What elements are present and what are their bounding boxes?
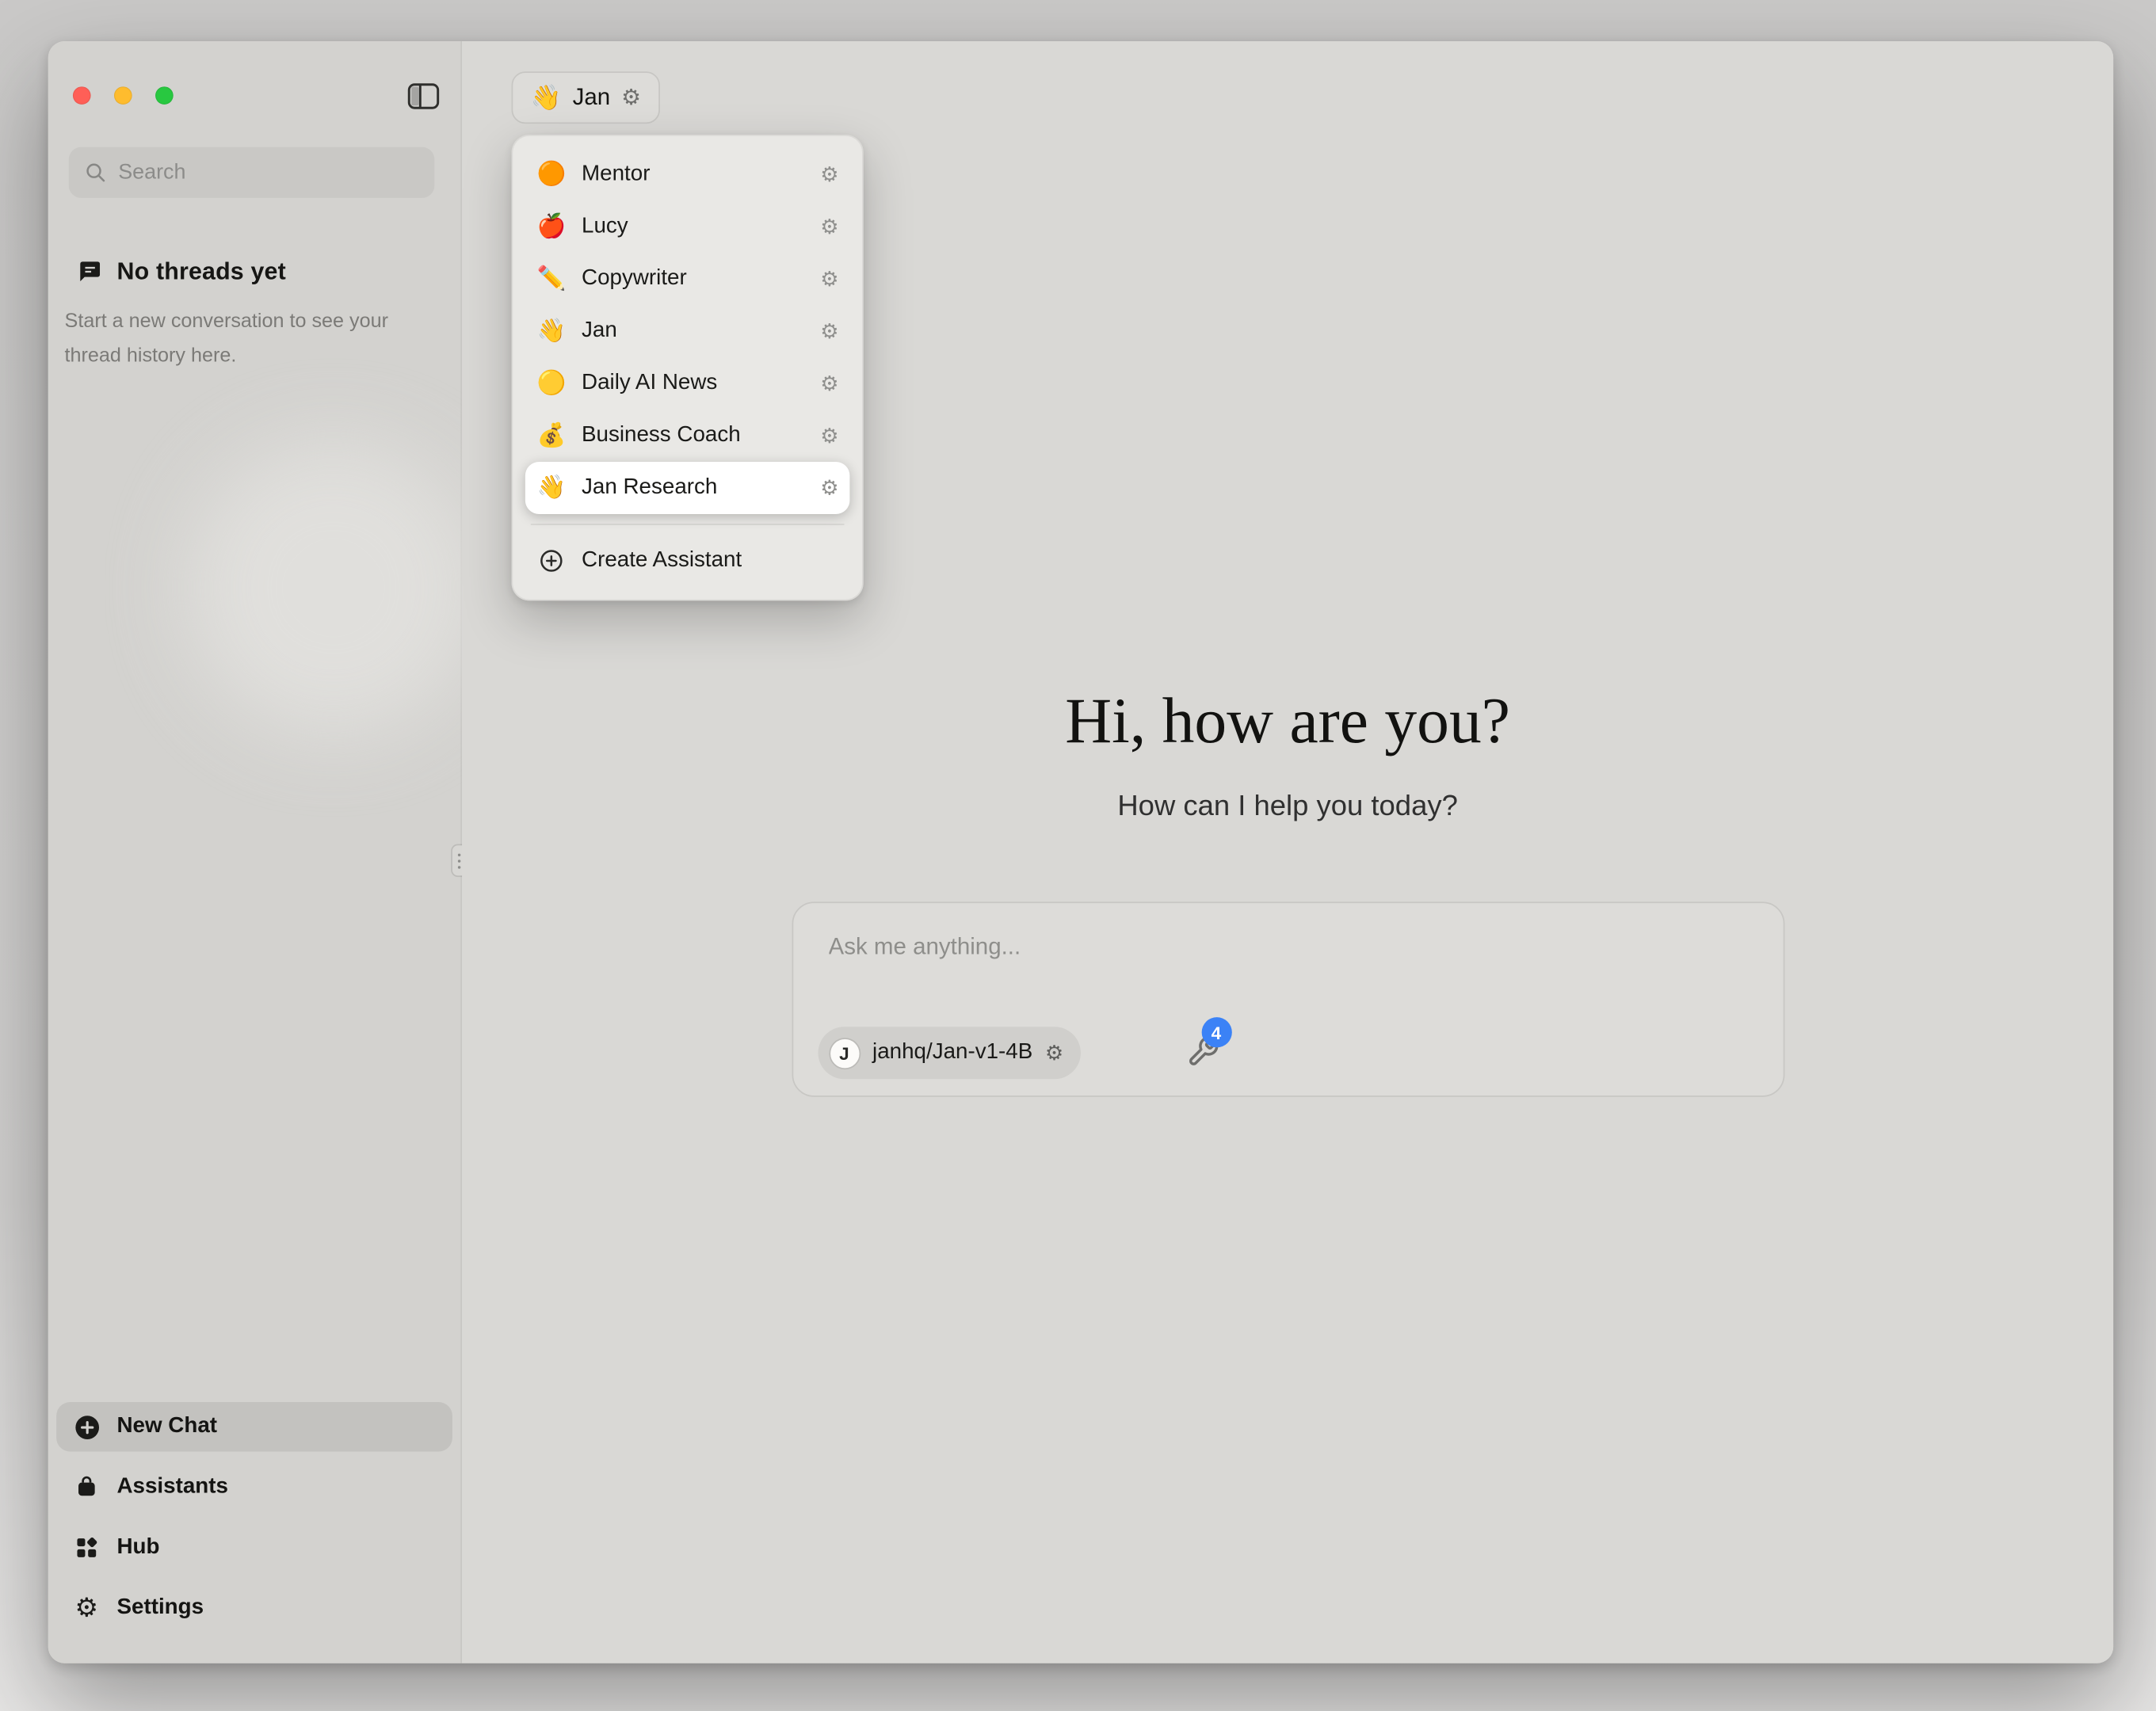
gear-icon[interactable]: ⚙ — [820, 164, 838, 185]
chat-bubble-icon — [77, 258, 103, 284]
assistant-dropdown-menu: 🟠 Mentor ⚙ 🍎 Lucy ⚙ ✏️ Copywriter ⚙ 👋 Ja… — [512, 135, 864, 600]
assistant-emoji: 💰 — [536, 422, 567, 450]
zoom-button[interactable] — [155, 86, 174, 105]
close-button[interactable] — [73, 86, 91, 105]
gear-icon[interactable]: ⚙ — [621, 86, 641, 109]
hub-icon — [73, 1534, 101, 1562]
tools-count-badge: 4 — [1201, 1017, 1231, 1047]
menu-item-mentor[interactable]: 🟠 Mentor ⚙ — [525, 148, 850, 200]
app-window: No threads yet Start a new conversation … — [48, 41, 2113, 1663]
greeting-title: Hi, how are you? — [462, 684, 2113, 759]
gear-icon[interactable]: ⚙ — [820, 321, 838, 341]
menu-item-label: Copywriter — [582, 267, 805, 292]
gear-icon[interactable]: ⚙ — [1045, 1042, 1063, 1063]
gear-icon[interactable]: ⚙ — [820, 269, 838, 289]
menu-item-jan[interactable]: 👋 Jan ⚙ — [525, 305, 850, 357]
gear-icon[interactable]: ⚙ — [820, 373, 838, 394]
assistant-emoji: 🟡 — [536, 370, 567, 398]
model-selector[interactable]: J janhq/Jan-v1-4B ⚙ — [818, 1027, 1082, 1079]
search-input[interactable] — [69, 147, 435, 198]
window-controls — [73, 86, 174, 105]
menu-item-label: Daily AI News — [582, 372, 805, 396]
assistant-emoji: 👋 — [536, 474, 567, 502]
chat-composer: J janhq/Jan-v1-4B ⚙ 4 — [792, 901, 1784, 1096]
minimize-button[interactable] — [114, 86, 132, 105]
new-chat-button[interactable]: New Chat — [56, 1402, 452, 1451]
sidebar-item-hub[interactable]: Hub — [56, 1523, 452, 1572]
tools-button[interactable]: 4 — [1186, 1035, 1222, 1071]
greeting-subtitle: How can I help you today? — [462, 791, 2113, 824]
gear-icon[interactable]: ⚙ — [820, 425, 838, 446]
sidebar-nav: New Chat Assistants — [56, 1402, 452, 1644]
assistant-emoji: 👋 — [536, 318, 567, 345]
empty-state-title: No threads yet — [77, 257, 286, 286]
menu-item-daily-ai-news[interactable]: 🟡 Daily AI News ⚙ — [525, 357, 850, 410]
menu-item-lucy[interactable]: 🍎 Lucy ⚙ — [525, 200, 850, 253]
message-input[interactable] — [829, 933, 1747, 993]
sidebar-item-assistants[interactable]: Assistants — [56, 1462, 452, 1511]
desktop: No threads yet Start a new conversation … — [0, 0, 2156, 1711]
sidebar-toggle-icon[interactable] — [407, 82, 441, 111]
assistant-name: Jan — [573, 84, 611, 112]
create-assistant-button[interactable]: Create Assistant — [525, 535, 850, 587]
assistant-emoji: ✏️ — [536, 265, 567, 293]
gear-icon[interactable]: ⚙ — [820, 216, 838, 237]
empty-title-text: No threads yet — [117, 257, 286, 286]
assistant-emoji: 👋 — [531, 83, 562, 112]
nav-label: Settings — [117, 1596, 204, 1621]
search-field — [69, 147, 435, 198]
sidebar-item-settings[interactable]: ⚙ Settings — [56, 1583, 452, 1633]
menu-item-label: Lucy — [582, 215, 805, 239]
menu-item-copywriter[interactable]: ✏️ Copywriter ⚙ — [525, 253, 850, 305]
menu-item-label: Mentor — [582, 162, 805, 187]
assistant-emoji: 🍎 — [536, 213, 567, 241]
assistant-emoji: 🟠 — [536, 161, 567, 189]
empty-state-subtitle: Start a new conversation to see your thr… — [65, 305, 414, 374]
nav-label: New Chat — [117, 1415, 218, 1439]
menu-item-label: Jan Research — [582, 475, 805, 500]
create-assistant-label: Create Assistant — [582, 548, 742, 573]
model-name: janhq/Jan-v1-4B — [872, 1041, 1032, 1065]
main-area: 👋 Jan ⚙ 🟠 Mentor ⚙ 🍎 Lucy ⚙ ✏️ Copywrite… — [462, 41, 2113, 1663]
settings-gear-icon: ⚙ — [73, 1595, 101, 1622]
assistant-selector-button[interactable]: 👋 Jan ⚙ — [512, 71, 661, 124]
plus-circle-outline-icon — [536, 548, 567, 573]
menu-item-business-coach[interactable]: 💰 Business Coach ⚙ — [525, 410, 850, 462]
menu-item-jan-research[interactable]: 👋 Jan Research ⚙ — [525, 462, 850, 514]
plus-circle-icon — [73, 1413, 101, 1441]
decorative-blob — [185, 440, 481, 735]
sidebar: No threads yet Start a new conversation … — [48, 41, 462, 1663]
model-avatar: J — [829, 1037, 860, 1069]
nav-label: Hub — [117, 1535, 160, 1560]
nav-label: Assistants — [117, 1475, 228, 1500]
menu-divider — [531, 524, 845, 525]
menu-item-label: Jan — [582, 319, 805, 344]
gear-icon[interactable]: ⚙ — [820, 478, 838, 498]
search-icon — [84, 161, 108, 185]
menu-item-label: Business Coach — [582, 423, 805, 448]
assistants-icon — [73, 1473, 101, 1501]
